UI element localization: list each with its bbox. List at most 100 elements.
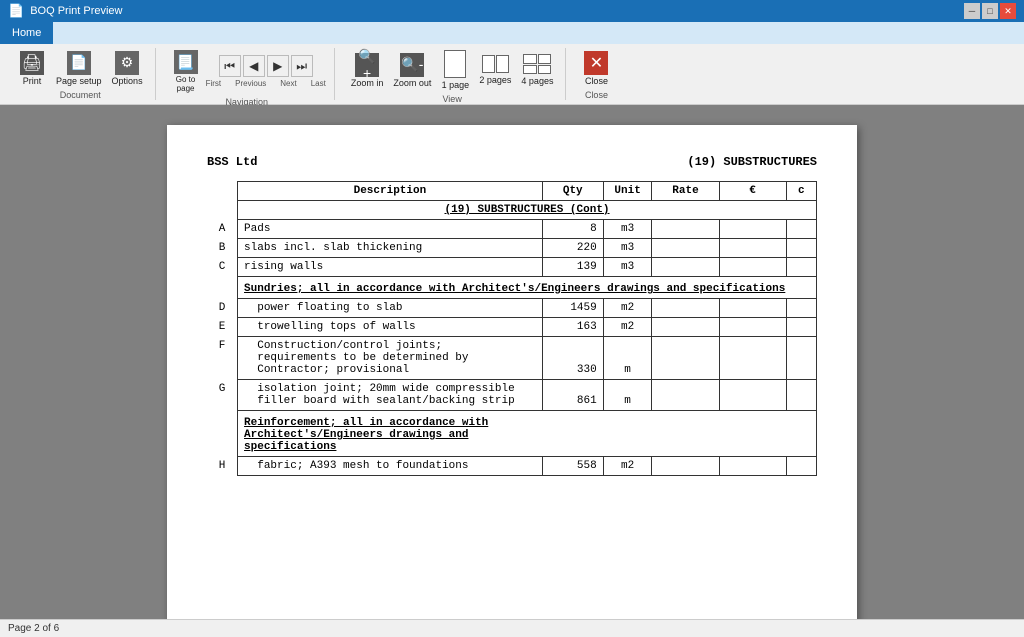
last-button[interactable]: ⏭ bbox=[291, 55, 313, 77]
unit-header: Unit bbox=[603, 182, 652, 201]
status-bar: Page 2 of 6 bbox=[0, 619, 1024, 637]
options-button[interactable]: ⚙ Options bbox=[108, 49, 147, 88]
title-bar-controls: ─ □ ✕ bbox=[964, 3, 1016, 19]
ribbon-group-document: 🖨 Print 📄 Page setup ⚙ Options Document bbox=[6, 48, 156, 100]
close-preview-icon: ✕ bbox=[584, 51, 608, 75]
table-row: E trowelling tops of walls 163 m2 bbox=[207, 318, 817, 337]
options-icon: ⚙ bbox=[115, 51, 139, 75]
qty-e: 163 bbox=[542, 318, 603, 337]
qty-header: Qty bbox=[542, 182, 603, 201]
qty-d: 1459 bbox=[542, 299, 603, 318]
desc-d: power floating to slab bbox=[238, 299, 543, 318]
euro-d bbox=[719, 299, 786, 318]
desc-g: isolation joint; 20mm wide compressible … bbox=[238, 380, 543, 411]
zoom-out-icon: 🔍- bbox=[400, 53, 424, 77]
table-row: A Pads 8 m3 bbox=[207, 220, 817, 239]
table-row: D power floating to slab 1459 m2 bbox=[207, 299, 817, 318]
section-title-header: (19) SUBSTRUCTURES bbox=[687, 155, 817, 169]
euro-h bbox=[719, 457, 786, 476]
ref-header bbox=[207, 182, 238, 201]
title-bar: 📄 BOQ Print Preview ─ □ ✕ bbox=[0, 0, 1024, 22]
zoom-in-icon: 🔍+ bbox=[355, 53, 379, 77]
next-button[interactable]: ▶ bbox=[267, 55, 289, 77]
c-d bbox=[786, 299, 816, 318]
title-bar-text: BOQ Print Preview bbox=[30, 5, 122, 17]
unit-c: m3 bbox=[603, 258, 652, 277]
page-info: Page 2 of 6 bbox=[8, 623, 59, 634]
euro-b bbox=[719, 239, 786, 258]
company-name: BSS Ltd bbox=[207, 155, 257, 169]
1page-button[interactable]: 1 page bbox=[437, 48, 473, 92]
qty-h: 558 bbox=[542, 457, 603, 476]
zoom-out-button[interactable]: 🔍- Zoom out bbox=[389, 51, 435, 90]
ribbon-group-close: ✕ Close Close bbox=[570, 48, 622, 100]
euro-c bbox=[719, 258, 786, 277]
ribbon: Home 🖨 Print 📄 Page setup ⚙ Options Docu… bbox=[0, 22, 1024, 105]
restore-button[interactable]: □ bbox=[982, 3, 998, 19]
1page-icon bbox=[444, 50, 466, 78]
sundries-heading: Sundries; all in accordance with Archite… bbox=[238, 277, 817, 299]
4pages-button[interactable]: 4 pages bbox=[517, 52, 557, 88]
close-group-items: ✕ Close bbox=[578, 48, 614, 88]
main-area: BSS Ltd (19) SUBSTRUCTURES Description Q… bbox=[0, 105, 1024, 619]
minimize-button[interactable]: ─ bbox=[964, 3, 980, 19]
document-group-items: 🖨 Print 📄 Page setup ⚙ Options bbox=[14, 48, 147, 88]
row-ref-c: C bbox=[207, 258, 238, 277]
view-group-label: View bbox=[442, 94, 461, 104]
rate-a bbox=[652, 220, 719, 239]
row-ref-h: H bbox=[207, 457, 238, 476]
row-ref-e: E bbox=[207, 318, 238, 337]
rate-b bbox=[652, 239, 719, 258]
close-preview-button[interactable]: ✕ Close bbox=[578, 49, 614, 88]
tab-home[interactable]: Home bbox=[0, 22, 53, 44]
table-row: B slabs incl. slab thickening 220 m3 bbox=[207, 239, 817, 258]
euro-g bbox=[719, 380, 786, 411]
row-ref-a: A bbox=[207, 220, 238, 239]
last-label: Last bbox=[311, 79, 326, 88]
table-row: C rising walls 139 m3 bbox=[207, 258, 817, 277]
rate-c bbox=[652, 258, 719, 277]
zoom-in-button[interactable]: 🔍+ Zoom in bbox=[347, 51, 388, 90]
nav-arrows-row: ⏮ ◀ ▶ ⏭ bbox=[219, 55, 313, 77]
page-setup-button[interactable]: 📄 Page setup bbox=[52, 49, 106, 88]
row-ref-f: F bbox=[207, 337, 238, 380]
document-page: BSS Ltd (19) SUBSTRUCTURES Description Q… bbox=[167, 125, 857, 619]
rate-f bbox=[652, 337, 719, 380]
nav-labels: First Previous Next Last bbox=[206, 79, 326, 88]
unit-e: m2 bbox=[603, 318, 652, 337]
first-button[interactable]: ⏮ bbox=[219, 55, 241, 77]
euro-f bbox=[719, 337, 786, 380]
desc-h: fabric; A393 mesh to foundations bbox=[238, 457, 543, 476]
qty-g: 861 bbox=[542, 380, 603, 411]
unit-d: m2 bbox=[603, 299, 652, 318]
section-cont-row: (19) SUBSTRUCTURES (Cont) bbox=[207, 201, 817, 220]
row-ref-b: B bbox=[207, 239, 238, 258]
prev-button[interactable]: ◀ bbox=[243, 55, 265, 77]
c-header: c bbox=[786, 182, 816, 201]
qty-b: 220 bbox=[542, 239, 603, 258]
c-b bbox=[786, 239, 816, 258]
close-window-button[interactable]: ✕ bbox=[1000, 3, 1016, 19]
go-to-page-button[interactable]: 📃 Go to page bbox=[168, 48, 204, 95]
unit-g: m bbox=[603, 380, 652, 411]
2pages-icon bbox=[482, 55, 509, 73]
euro-e bbox=[719, 318, 786, 337]
print-button[interactable]: 🖨 Print bbox=[14, 49, 50, 88]
title-bar-left: 📄 BOQ Print Preview bbox=[8, 3, 123, 19]
document-group-label: Document bbox=[60, 90, 101, 100]
2pages-button[interactable]: 2 pages bbox=[475, 53, 515, 87]
close-group-label: Close bbox=[585, 90, 608, 100]
prev-label: Previous bbox=[235, 79, 266, 88]
c-f bbox=[786, 337, 816, 380]
unit-h: m2 bbox=[603, 457, 652, 476]
ribbon-group-view: 🔍+ Zoom in 🔍- Zoom out 1 page 2 pag bbox=[339, 48, 567, 100]
4pages-icon bbox=[523, 54, 551, 74]
ribbon-group-navigation: 📃 Go to page ⏮ ◀ ▶ ⏭ First Previous Next bbox=[160, 48, 335, 100]
reinforcement-title: Reinforcement; all in accordance withArc… bbox=[244, 417, 488, 453]
navigation-group-items: 📃 Go to page ⏮ ◀ ▶ ⏭ First Previous Next bbox=[168, 48, 326, 95]
nav-arrow-buttons: ⏮ ◀ ▶ ⏭ First Previous Next Last bbox=[206, 55, 326, 88]
document-header: BSS Ltd (19) SUBSTRUCTURES bbox=[207, 155, 817, 169]
euro-header: € bbox=[719, 182, 786, 201]
boq-table: Description Qty Unit Rate € c (19) SUBST… bbox=[207, 181, 817, 476]
table-row: H fabric; A393 mesh to foundations 558 m… bbox=[207, 457, 817, 476]
